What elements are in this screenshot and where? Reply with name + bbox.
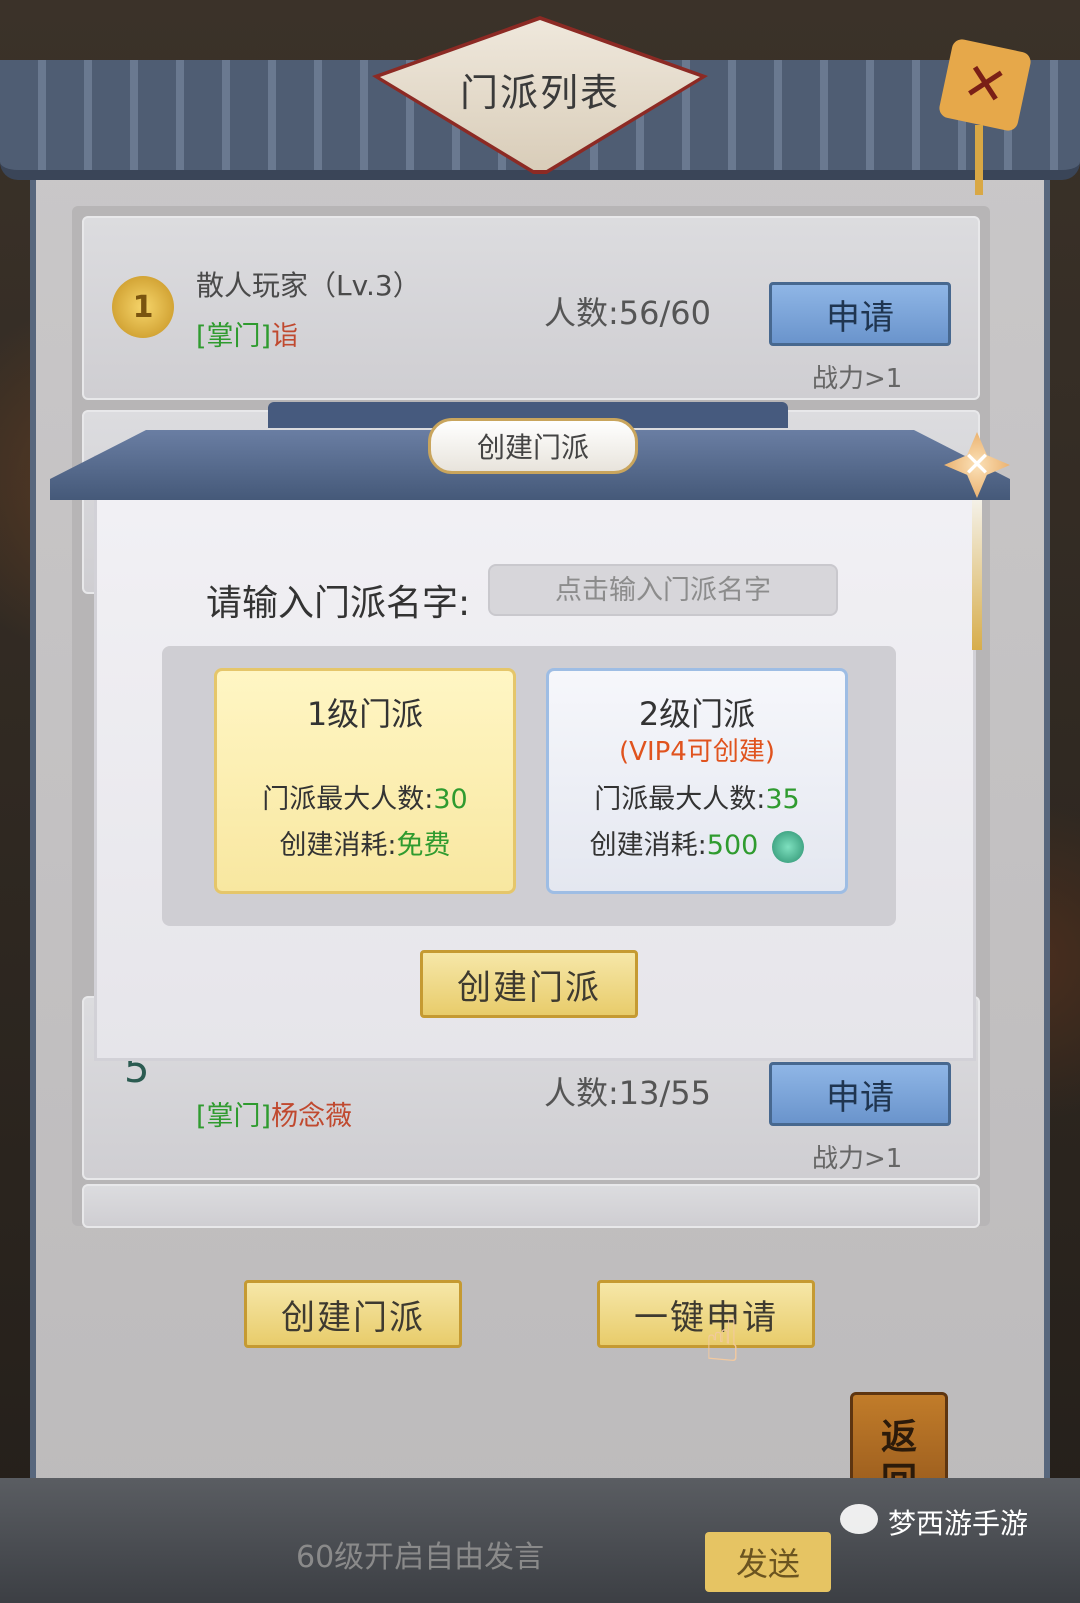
vip-requirement: (VIP4可创建) xyxy=(619,737,775,767)
power-requirement: 战力>1 xyxy=(812,364,903,394)
pointing-hand-icon: ☝ xyxy=(704,1306,741,1376)
send-button[interactable]: 发送 xyxy=(705,1532,831,1592)
sect-leader: [掌门]杨念薇 xyxy=(196,1094,352,1133)
level-2-option-card[interactable]: 2级门派 (VIP4可创建) 门派最大人数:35 创建消耗:500 xyxy=(546,668,848,894)
apply-button[interactable]: 申请 xyxy=(769,282,951,346)
option-title: 2级门派 xyxy=(638,695,756,733)
return-label-top: 返 xyxy=(880,1417,917,1458)
dialog-tassel xyxy=(972,500,982,650)
create-sect-button[interactable]: 创建门派 xyxy=(244,1280,462,1348)
chat-input[interactable]: 60级开启自由发言 xyxy=(296,1532,544,1576)
max-members-line: 门派最大人数:35 xyxy=(594,784,800,815)
member-count: 人数:13/55 xyxy=(544,1074,712,1112)
leader-tag: [掌门] xyxy=(196,1101,272,1132)
confirm-create-button[interactable]: 创建门派 xyxy=(420,950,638,1018)
max-members-line: 门派最大人数:30 xyxy=(262,784,468,815)
apply-button[interactable]: 申请 xyxy=(769,1062,951,1126)
watermark: 梦西游手游 xyxy=(888,1507,1029,1540)
cost-line: 创建消耗:免费 xyxy=(279,830,451,861)
sect-name-input[interactable] xyxy=(488,564,838,616)
leader-tag: [掌门] xyxy=(196,321,272,352)
sect-row xyxy=(82,1184,980,1228)
leader-name: 诣 xyxy=(271,321,299,352)
jade-currency-icon xyxy=(772,830,805,863)
sect-row: 1 散人玩家（Lv.3） [掌门]诣 人数:56/60 申请 战力>1 xyxy=(82,216,980,400)
dialog-title: 创建门派 xyxy=(428,418,638,474)
name-label: 请输入门派名字: xyxy=(206,583,471,624)
level-1-option-card[interactable]: 1级门派 门派最大人数:30 创建消耗:免费 xyxy=(214,668,516,894)
close-icon: ✕ xyxy=(957,51,1013,119)
tassel-decoration xyxy=(975,125,983,195)
close-panel-button[interactable]: ✕ xyxy=(937,37,1033,133)
sect-leader: [掌门]诣 xyxy=(196,314,298,353)
page-title: 门派列表 xyxy=(459,71,620,115)
option-title: 1级门派 xyxy=(306,695,424,733)
sect-name: 散人玩家（Lv.3） xyxy=(196,269,421,302)
power-requirement: 战力>1 xyxy=(812,1144,903,1174)
leader-name: 杨念薇 xyxy=(271,1101,353,1132)
cost-line: 创建消耗:500 xyxy=(549,823,845,863)
member-count: 人数:56/60 xyxy=(544,294,712,332)
wechat-icon xyxy=(840,1504,878,1534)
gold-medal-icon: 1 xyxy=(112,276,174,338)
